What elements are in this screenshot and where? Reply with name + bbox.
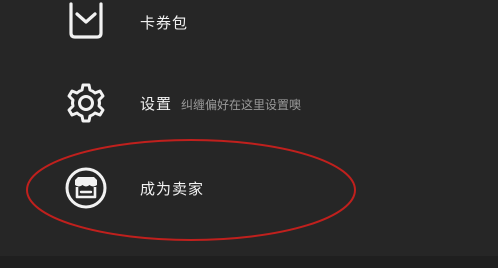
become-seller-label: 成为卖家	[140, 180, 205, 198]
wallet-icon	[64, 0, 108, 44]
wallet-label: 卡券包	[140, 14, 189, 32]
menu-item-settings[interactable]: 设置 纠缠偏好在这里设置噢	[0, 73, 498, 133]
settings-hint: 纠缠偏好在这里设置噢	[181, 98, 302, 112]
gear-icon	[64, 81, 108, 125]
menu-item-wallet[interactable]: 卡券包	[0, 0, 498, 60]
menu-panel: 卡券包 设置 纠缠偏好在这里设置噢 成为卖家	[0, 0, 498, 268]
bottom-divider	[0, 256, 498, 268]
settings-label: 设置	[140, 95, 173, 113]
storefront-icon	[64, 166, 108, 210]
menu-item-become-seller[interactable]: 成为卖家	[0, 158, 498, 218]
